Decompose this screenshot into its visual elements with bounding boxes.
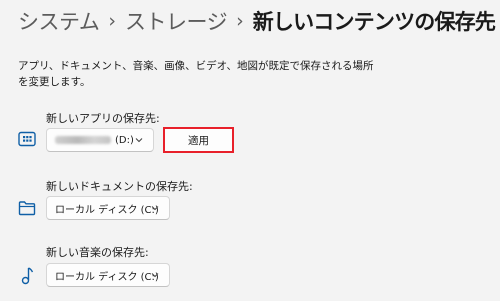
breadcrumb-separator: › <box>236 10 244 32</box>
apps-location-dropdown[interactable]: (D:) <box>46 128 154 152</box>
apps-location-value: (D:) <box>115 134 134 146</box>
documents-location-value: ローカル ディスク (C:) <box>55 204 159 216</box>
documents-location-label: 新しいドキュメントの保存先: <box>46 180 193 193</box>
redacted-drive-name <box>55 136 111 144</box>
chevron-down-icon <box>151 273 159 278</box>
breadcrumb: システム › ストレージ › 新しいコンテンツの保存先 <box>18 6 496 36</box>
apps-location-label: 新しいアプリの保存先: <box>46 112 160 125</box>
breadcrumb-item-system[interactable]: システム <box>18 6 100 36</box>
music-note-icon <box>21 267 34 285</box>
apply-button[interactable]: 適用 <box>163 127 234 153</box>
breadcrumb-item-storage[interactable]: ストレージ <box>125 6 228 36</box>
page-title: 新しいコンテンツの保存先 <box>252 10 496 34</box>
music-location-dropdown[interactable]: ローカル ディスク (C:) <box>46 263 170 287</box>
chevron-down-icon <box>135 138 143 143</box>
page-description: アプリ、ドキュメント、音楽、画像、ビデオ、地図が既定で保存される場所を変更します… <box>18 60 374 88</box>
app-drive-icon <box>18 131 36 147</box>
folder-icon <box>18 201 36 216</box>
music-location-value: ローカル ディスク (C:) <box>55 271 159 283</box>
chevron-down-icon <box>151 206 159 211</box>
breadcrumb-separator: › <box>108 10 116 32</box>
music-location-label: 新しい音楽の保存先: <box>46 246 149 259</box>
documents-location-dropdown[interactable]: ローカル ディスク (C:) <box>46 196 170 220</box>
